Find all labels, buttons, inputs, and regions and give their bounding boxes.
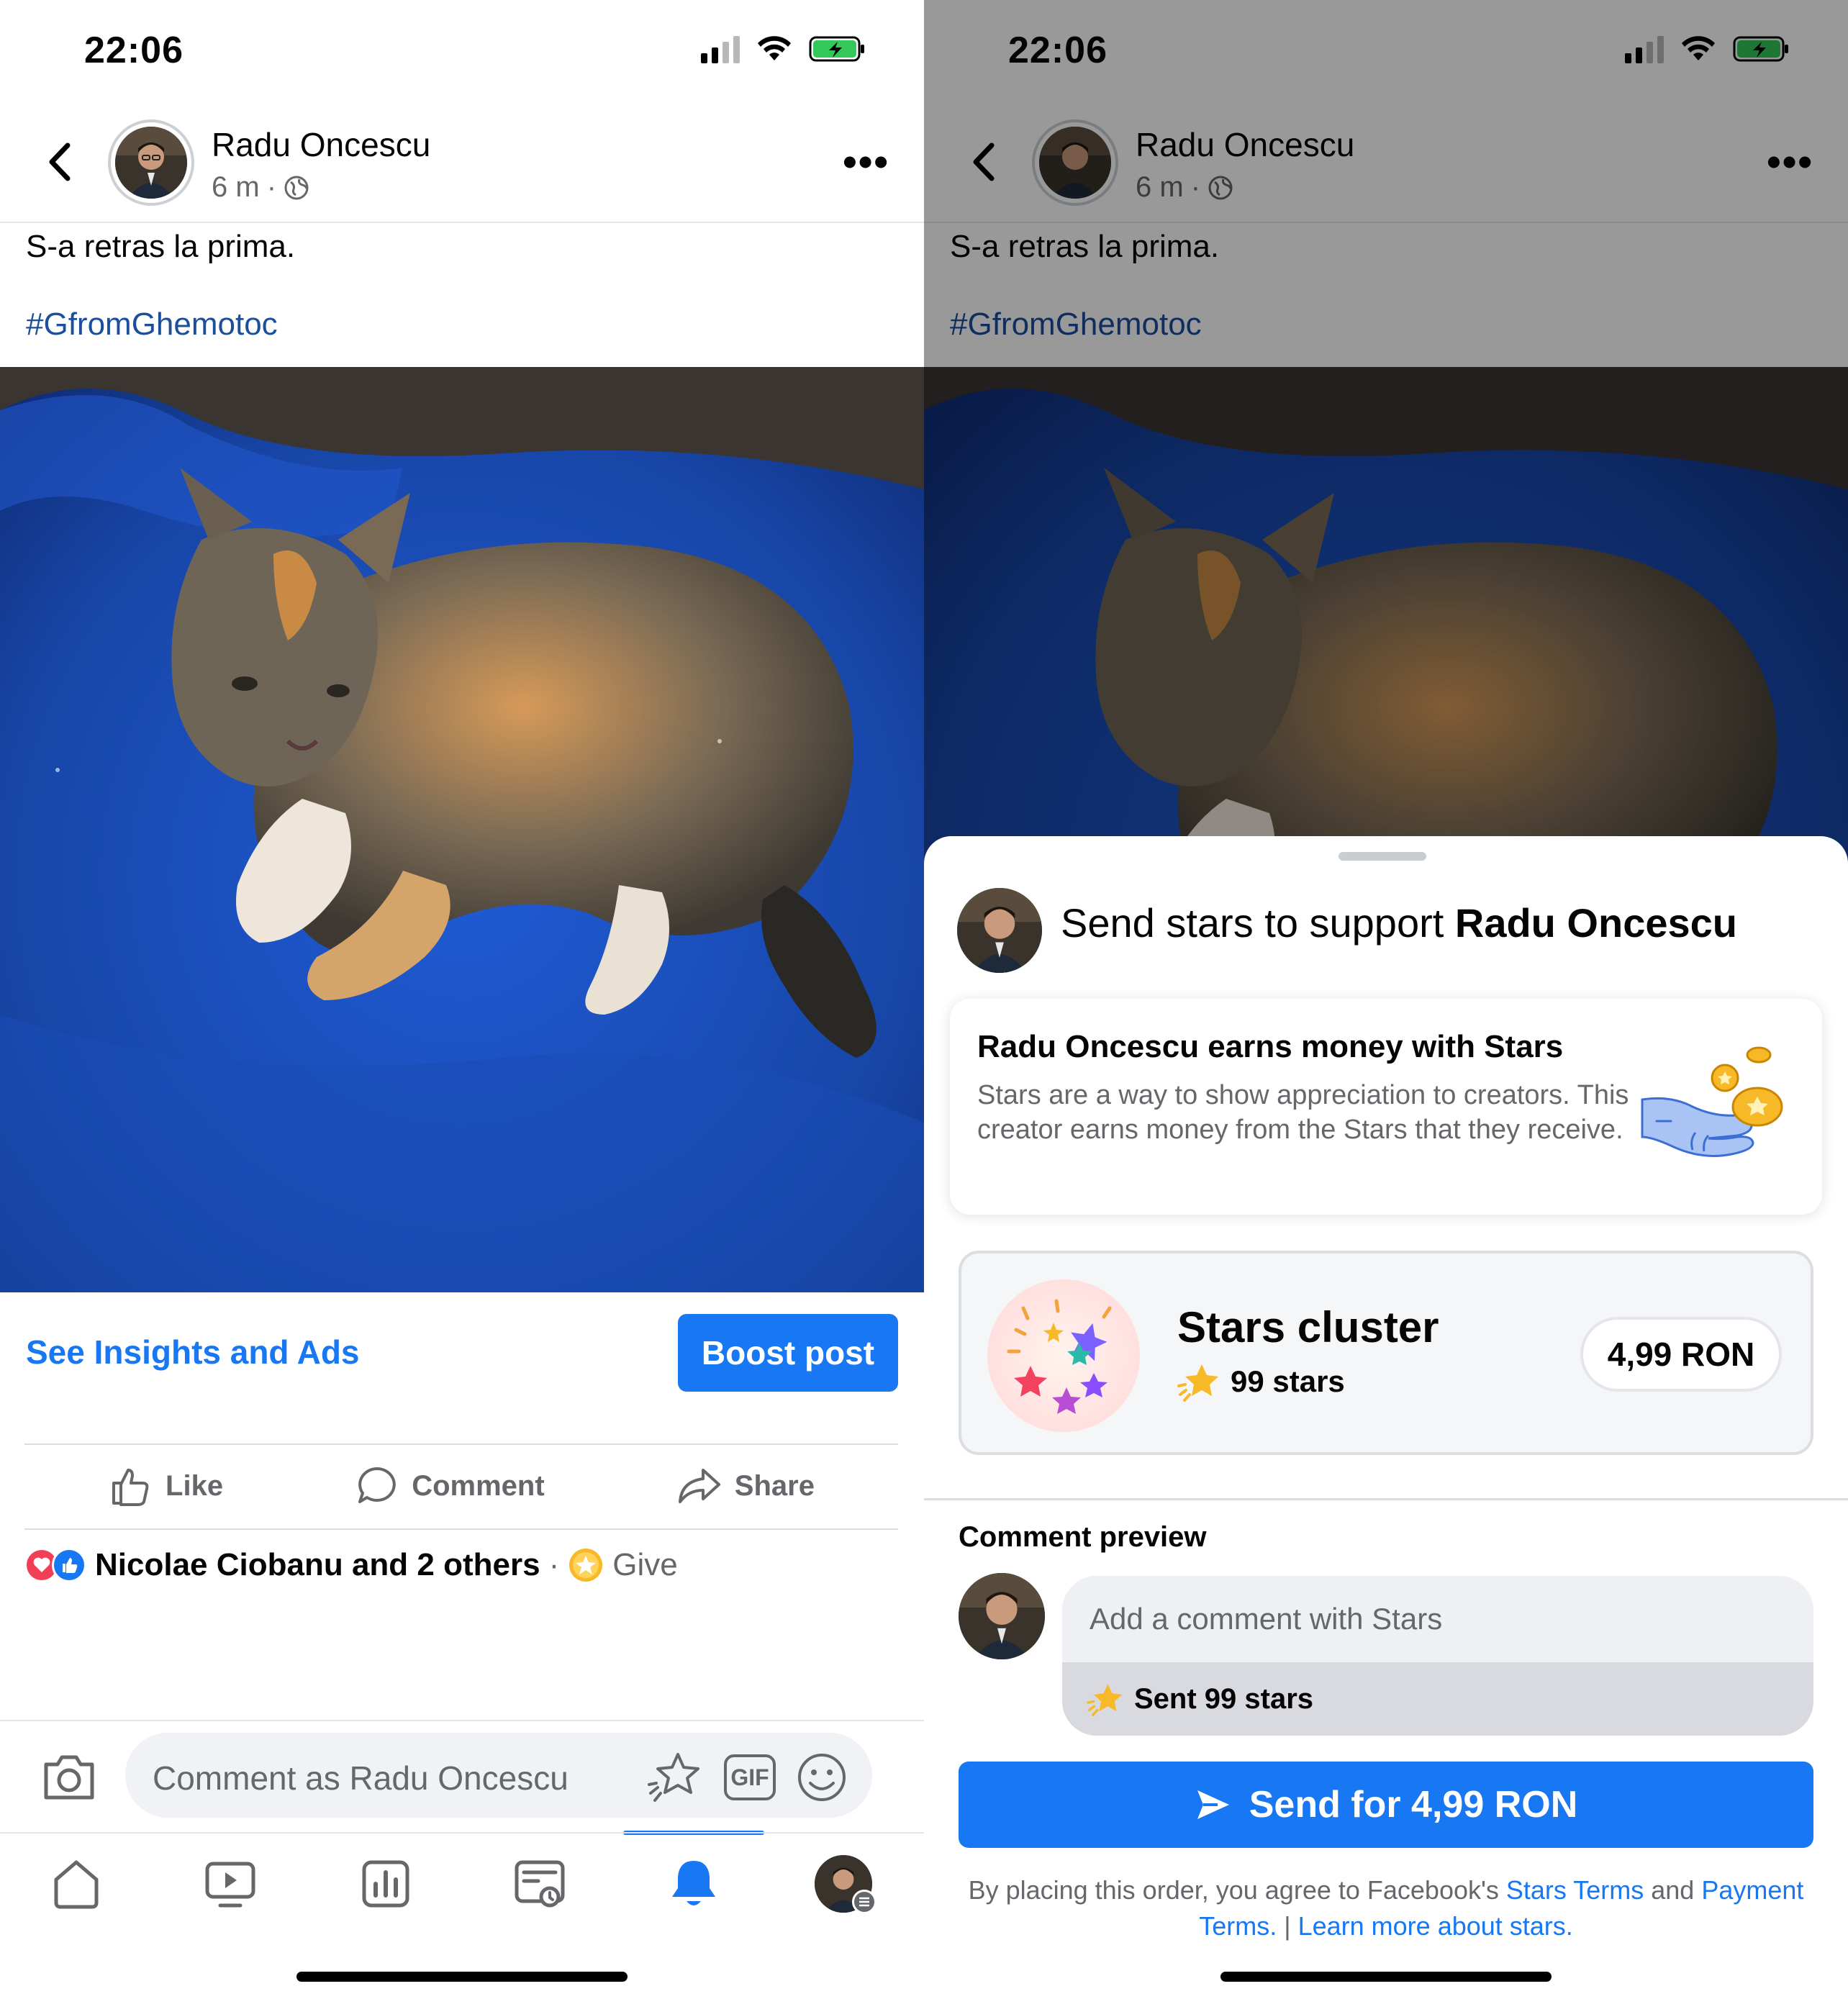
wifi-icon (758, 36, 791, 60)
status-time: 22:06 (84, 30, 184, 71)
tab-profile[interactable] (815, 1855, 877, 1914)
stars-package-card[interactable]: Stars cluster 99 stars 4,99 RON (959, 1251, 1813, 1455)
hand-coins-illustration (1641, 1046, 1783, 1157)
terms-text: By placing this order, you agree to Face… (968, 1875, 1804, 1941)
tab-feeds[interactable] (511, 1855, 569, 1913)
learn-more-stars-link[interactable]: Learn more about stars. (1298, 1911, 1573, 1941)
globe-icon (284, 176, 309, 199)
sheet-title: Send stars to support Radu Oncescu (1061, 900, 1737, 946)
divider (24, 1528, 898, 1530)
feeds-icon (515, 1860, 565, 1908)
signal-icon (701, 35, 740, 63)
status-bar: 22:06 (0, 0, 924, 101)
composer-icons: GIF (646, 1751, 848, 1803)
author-name[interactable]: Radu Oncescu (212, 125, 430, 164)
author-avatar[interactable] (108, 119, 194, 206)
stars-icon[interactable] (646, 1751, 704, 1803)
post-text: S-a retras la prima. (26, 229, 296, 264)
earn-description: Stars are a way to show appreciation to … (977, 1080, 1629, 1145)
comment-input[interactable]: Comment as Radu Oncescu GIF (125, 1733, 872, 1818)
stars-bottom-sheet: Send stars to support Radu Oncescu Radu … (924, 836, 1848, 1999)
video-icon (205, 1862, 255, 1908)
commenter-avatar (959, 1573, 1045, 1659)
star-icon (1087, 1684, 1123, 1716)
bell-icon (672, 1861, 715, 1905)
like-reaction-icon (52, 1548, 86, 1582)
stars-terms-link[interactable]: Stars Terms (1506, 1875, 1644, 1905)
more-options-icon[interactable]: ••• (843, 142, 889, 182)
post-screen: 22:06 Radu Oncescu 6 m · ••• S-a retras … (0, 0, 924, 1999)
send-icon (1197, 1790, 1229, 1819)
battery-icon (809, 36, 864, 62)
home-indicator (1220, 1972, 1552, 1982)
stars-coin-icon (569, 1549, 603, 1582)
post-meta: 6 m · (212, 171, 309, 204)
package-count: 99 stars (1177, 1361, 1345, 1402)
reaction-icons (24, 1548, 86, 1582)
share-button[interactable]: Share (677, 1464, 815, 1508)
see-insights-link[interactable]: See Insights and Ads (26, 1333, 360, 1372)
home-icon (54, 1860, 99, 1909)
package-title: Stars cluster (1177, 1303, 1439, 1351)
send-stars-button[interactable]: Send for 4,99 RON (959, 1762, 1813, 1848)
reactions-summary[interactable]: Nicolae Ciobanu and 2 others · Give (24, 1547, 678, 1583)
tab-notifications[interactable] (665, 1855, 723, 1913)
bottom-tab-bar (0, 1832, 924, 1933)
post-header: Radu Oncescu 6 m · ••• (0, 108, 924, 223)
status-icons (701, 35, 866, 63)
camera-icon[interactable] (40, 1751, 98, 1803)
tab-video[interactable] (201, 1855, 259, 1913)
tab-dashboard[interactable] (357, 1855, 415, 1913)
comment-preview-bubble: Add a comment with Stars Sent 99 stars (1062, 1576, 1813, 1736)
creator-avatar (957, 888, 1042, 973)
post-actions: Like Comment Share (0, 1446, 924, 1526)
divider (924, 1498, 1848, 1500)
give-stars-link[interactable]: Give (612, 1547, 677, 1583)
stars-comment-placeholder: Add a comment with Stars (1090, 1602, 1443, 1636)
post-time: 6 m (212, 171, 260, 203)
hashtag-link[interactable]: #GfromGhemotoc (26, 307, 278, 343)
back-arrow-icon[interactable] (42, 137, 78, 187)
star-icon (1177, 1364, 1218, 1402)
comment-button[interactable]: Comment (355, 1464, 545, 1508)
home-indicator (296, 1972, 628, 1982)
boost-post-button[interactable]: Boost post (678, 1314, 898, 1392)
sent-stars-badge: Sent 99 stars (1062, 1662, 1813, 1736)
comment-icon (358, 1467, 396, 1503)
post-photo[interactable] (0, 367, 924, 1292)
comment-placeholder: Comment as Radu Oncescu (153, 1759, 569, 1797)
reactors-names[interactable]: Nicolae Ciobanu and 2 others (95, 1547, 540, 1583)
share-icon (678, 1469, 720, 1503)
menu-badge-icon (852, 1890, 877, 1914)
sheet-grabber[interactable] (1339, 852, 1426, 861)
like-button[interactable]: Like (109, 1464, 223, 1508)
stars-comment-input[interactable]: Add a comment with Stars (1062, 1576, 1813, 1662)
comment-preview-label: Comment preview (959, 1521, 1207, 1553)
emoji-icon[interactable] (796, 1751, 848, 1803)
divider (24, 1443, 898, 1445)
stars-screen: 22:06 Radu Oncescu 6 m · ••• S-a retras … (924, 0, 1848, 1999)
gif-icon[interactable]: GIF (724, 1754, 776, 1800)
like-icon (112, 1469, 149, 1506)
stars-cluster-illustration (987, 1279, 1140, 1432)
dashboard-icon (362, 1860, 409, 1908)
tab-home[interactable] (47, 1855, 105, 1913)
comment-composer: Comment as Radu Oncescu GIF (0, 1720, 924, 1835)
package-price[interactable]: 4,99 RON (1580, 1317, 1782, 1392)
earn-info-card: Radu Oncescu earns money with Stars Star… (950, 999, 1822, 1215)
earn-title: Radu Oncescu earns money with Stars (977, 1029, 1564, 1064)
